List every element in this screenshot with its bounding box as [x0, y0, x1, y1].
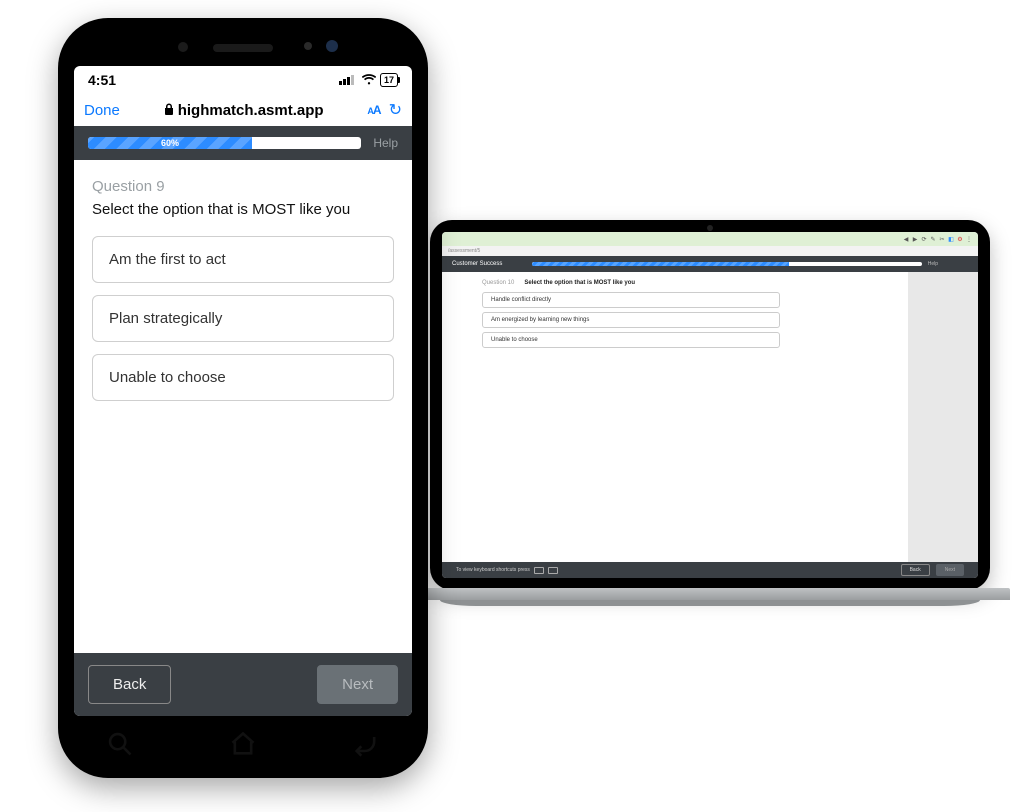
browser-url-bar[interactable]: /assessment/5 — [442, 246, 978, 256]
phone-camera-icon — [326, 40, 338, 52]
status-time: 4:51 — [88, 72, 116, 88]
battery-icon: 17 — [380, 73, 398, 87]
laptop-screen: ◀ ▶ ⟳ ✎ ✂ ◧ ⚙ ⋮ /assessment/5 Customer S… — [442, 232, 978, 578]
app-footer: To view keyboard shortcuts press Back Ne… — [442, 562, 978, 578]
browser-toolbar: ◀ ▶ ⟳ ✎ ✂ ◧ ⚙ ⋮ — [442, 232, 978, 246]
question-area: Question 10 Select the option that is MO… — [442, 272, 978, 562]
option-1[interactable]: Am the first to act — [92, 236, 394, 283]
lock-icon — [164, 103, 174, 118]
laptop-base — [420, 588, 1000, 606]
phone-device: 4:51 17 Done highmatch.asmt.app AA ↻ — [58, 18, 428, 778]
keyboard-icon — [548, 567, 558, 574]
option-1[interactable]: Handle conflict directly — [482, 292, 780, 308]
help-link[interactable]: Help — [373, 136, 398, 150]
reload-icon[interactable]: ↻ — [389, 100, 402, 120]
keyboard-icon — [534, 567, 544, 574]
keyboard-hint: To view keyboard shortcuts press — [456, 567, 530, 573]
option-2[interactable]: Am energized by learning new things — [482, 312, 780, 328]
browser-forward-icon[interactable]: ▶ — [912, 236, 918, 242]
browser-settings-icon[interactable]: ⚙ — [957, 236, 963, 242]
url-display[interactable]: highmatch.asmt.app — [128, 102, 360, 119]
status-bar: 4:51 17 — [74, 66, 412, 94]
question-text: Select the option that is MOST like you — [92, 201, 394, 218]
browser-edit-icon[interactable]: ✎ — [930, 236, 936, 242]
back-icon[interactable] — [352, 730, 380, 758]
question-area: Question 9 Select the option that is MOS… — [74, 160, 412, 653]
app-title: Customer Success — [452, 261, 502, 267]
option-3[interactable]: Unable to choose — [92, 354, 394, 401]
browser-extension-icon[interactable]: ◧ — [948, 236, 954, 242]
next-button[interactable]: Next — [317, 665, 398, 704]
back-button[interactable]: Back — [88, 665, 171, 704]
progress-fill — [532, 262, 789, 266]
progress-fill: 60% — [88, 137, 252, 149]
browser-back-icon[interactable]: ◀ — [903, 236, 909, 242]
app-footer: Back Next — [74, 653, 412, 716]
question-number: Question 9 — [92, 178, 394, 195]
laptop-camera-icon — [707, 225, 713, 231]
progress-bar — [532, 262, 921, 266]
phone-sensor-icon — [304, 42, 312, 50]
phone-nav — [58, 724, 428, 764]
browser-reload-icon[interactable]: ⟳ — [921, 236, 927, 242]
url-text: highmatch.asmt.app — [178, 102, 324, 119]
option-3[interactable]: Unable to choose — [482, 332, 780, 348]
cellular-signal-icon — [339, 75, 354, 85]
progress-bar: 60% — [88, 137, 361, 149]
app-header: Customer Success Help — [442, 256, 978, 272]
phone-sensor-icon — [178, 42, 188, 52]
wifi-icon — [362, 73, 376, 88]
next-button[interactable]: Next — [936, 564, 964, 576]
done-button[interactable]: Done — [84, 102, 120, 119]
option-2[interactable]: Plan strategically — [92, 295, 394, 342]
phone-screen: 4:51 17 Done highmatch.asmt.app AA ↻ — [74, 66, 412, 716]
browser-cut-icon[interactable]: ✂ — [939, 236, 945, 242]
search-icon[interactable] — [106, 730, 134, 758]
safari-toolbar: Done highmatch.asmt.app AA ↻ — [74, 94, 412, 126]
text-size-button[interactable]: AA — [367, 103, 380, 117]
question-text: Select the option that is MOST like you — [524, 280, 635, 286]
home-icon[interactable] — [229, 730, 257, 758]
question-number: Question 10 — [482, 280, 514, 286]
phone-speaker-icon — [213, 44, 273, 52]
laptop-device: ◀ ▶ ⟳ ✎ ✂ ◧ ⚙ ⋮ /assessment/5 Customer S… — [420, 220, 1000, 606]
browser-menu-icon[interactable]: ⋮ — [966, 236, 972, 242]
back-button[interactable]: Back — [901, 564, 930, 576]
help-link[interactable]: Help — [928, 261, 938, 267]
laptop-lid: ◀ ▶ ⟳ ✎ ✂ ◧ ⚙ ⋮ /assessment/5 Customer S… — [430, 220, 990, 590]
app-header: 60% Help — [74, 126, 412, 160]
